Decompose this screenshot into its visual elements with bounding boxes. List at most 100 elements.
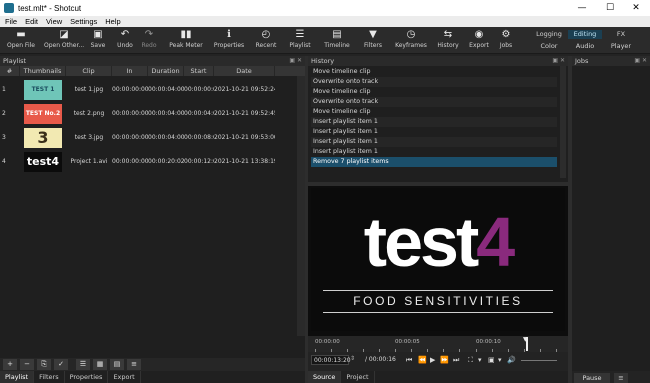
- col-date[interactable]: Date: [214, 66, 275, 76]
- playlist-row[interactable]: 4 test4 Project 1.avi 00:00:00:00 00:00:…: [0, 150, 275, 174]
- current-timecode-field[interactable]: 00:00:13:20: [311, 355, 351, 365]
- history-item[interactable]: Move timeline clip: [311, 87, 557, 97]
- history-item[interactable]: Overwrite onto track: [311, 97, 557, 107]
- menu-view[interactable]: View: [46, 17, 62, 26]
- skip-previous-icon[interactable]: ⏮: [406, 355, 412, 365]
- filters-button[interactable]: ▼ Filters: [359, 28, 387, 53]
- panel-float-close-icon[interactable]: ▣ ✕: [552, 56, 565, 66]
- icons-view-button[interactable]: ▤: [110, 359, 124, 370]
- tab-export[interactable]: Export: [108, 371, 141, 383]
- fullscreen-icon[interactable]: ⛶: [468, 355, 473, 365]
- history-item[interactable]: Move timeline clip: [311, 67, 557, 77]
- layout-editing-button[interactable]: Editing: [568, 30, 602, 39]
- history-item[interactable]: Insert playlist item 1: [311, 137, 557, 147]
- skip-next-icon[interactable]: ⏭: [453, 355, 459, 365]
- tab-source[interactable]: Source: [308, 371, 342, 383]
- playlist-panel-title: Playlist ▣ ✕: [0, 56, 305, 66]
- panel-float-close-icon[interactable]: ▣ ✕: [289, 56, 302, 66]
- jobs-icon: ⚙: [501, 29, 511, 40]
- video-viewer: test4 FOOD SENSITIVITIES: [308, 186, 568, 336]
- video-frame: test4 FOOD SENSITIVITIES: [311, 188, 565, 331]
- playlist-row[interactable]: 2 TEST No.2 test 2.png 00:00:00:00 00:00…: [0, 102, 275, 126]
- details-view-button[interactable]: ☰: [76, 359, 90, 370]
- col-num[interactable]: #: [0, 66, 20, 76]
- pause-jobs-button[interactable]: Pause: [574, 373, 610, 383]
- jobs-button[interactable]: ⚙ Jobs: [496, 28, 516, 53]
- jobs-menu-button[interactable]: ≡: [614, 373, 628, 383]
- layout-fx-button[interactable]: FX: [606, 30, 636, 39]
- tiles-view-button[interactable]: ▦: [93, 359, 107, 370]
- keyframes-button[interactable]: ◷ Keyframes: [393, 28, 429, 53]
- video-subtitle-text: FOOD SENSITIVITIES: [353, 294, 523, 308]
- history-item[interactable]: Overwrite onto track: [311, 77, 557, 87]
- zoom-dropdown-icon[interactable]: ▾: [478, 355, 482, 365]
- timeline-button[interactable]: ▤ Timeline: [321, 28, 353, 53]
- rewind-icon[interactable]: ⏪: [418, 355, 427, 365]
- shotcut-logo-icon: [4, 3, 14, 13]
- info-icon: ℹ: [227, 29, 231, 40]
- grid-icon[interactable]: ▣: [488, 355, 495, 365]
- save-button[interactable]: ▣ Save: [88, 28, 108, 53]
- properties-button[interactable]: ℹ Properties: [211, 28, 247, 53]
- recent-button[interactable]: ◴ Recent: [253, 28, 279, 53]
- timecode-ruler[interactable]: 00:00:00 00:00:05 00:00:10 ▼: [308, 336, 568, 352]
- col-start[interactable]: Start: [184, 66, 214, 76]
- layout-audio-button[interactable]: Audio: [568, 42, 602, 51]
- playhead-marker-icon: ▼: [523, 336, 528, 343]
- history-panel-title: History ▣ ✕: [308, 56, 568, 66]
- open-other-button[interactable]: ◪ Open Other...: [44, 28, 84, 53]
- undo-button[interactable]: ↶ Undo: [115, 28, 135, 53]
- clip-thumbnail: TEST No.2: [24, 104, 62, 124]
- check-button[interactable]: ✓: [54, 359, 68, 370]
- add-clip-button[interactable]: +: [3, 359, 17, 370]
- playlist-scrollbar[interactable]: [297, 76, 305, 336]
- update-clip-button[interactable]: ⎘: [37, 359, 51, 370]
- grid-dropdown-icon[interactable]: ▾: [498, 355, 502, 365]
- menu-help[interactable]: Help: [105, 17, 120, 26]
- playlist-row[interactable]: 3 3 test 3.jpg 00:00:00:00 00:00:04:00 0…: [0, 126, 275, 150]
- timecode-spinner-icon[interactable]: ⇕: [350, 355, 355, 362]
- history-item-selected[interactable]: Remove 7 playlist items: [311, 157, 557, 167]
- playlist-menu-button[interactable]: ≡: [127, 359, 141, 370]
- dock-splitter[interactable]: [305, 56, 308, 383]
- export-button[interactable]: ◉ Export: [467, 28, 491, 53]
- peak-meter-button[interactable]: ▮▮ Peak Meter: [167, 28, 205, 53]
- left-dock-tabs: Playlist Filters Properties Export: [0, 371, 305, 383]
- fast-forward-icon[interactable]: ⏩: [440, 355, 449, 365]
- playlist-button[interactable]: ☰ Playlist: [285, 28, 315, 53]
- maximize-button[interactable]: ☐: [596, 0, 624, 16]
- history-item[interactable]: Insert playlist item 1: [311, 147, 557, 157]
- layout-logging-button[interactable]: Logging: [532, 30, 566, 39]
- tab-filters[interactable]: Filters: [34, 371, 65, 383]
- menu-file[interactable]: File: [5, 17, 17, 26]
- panel-float-close-icon[interactable]: ▣ ✕: [634, 56, 647, 66]
- window-title: test.mlt* - Shotcut: [18, 3, 82, 13]
- history-item[interactable]: Insert playlist item 1: [311, 127, 557, 137]
- layout-player-button[interactable]: Player: [606, 42, 636, 51]
- close-button[interactable]: ✕: [622, 0, 650, 16]
- play-icon[interactable]: ▶: [430, 355, 435, 365]
- layout-color-button[interactable]: Color: [532, 42, 566, 51]
- history-button[interactable]: ⇆ History: [434, 28, 462, 53]
- history-item[interactable]: Insert playlist item 1: [311, 117, 557, 127]
- redo-button[interactable]: ↷ Redo: [139, 28, 159, 53]
- col-duration[interactable]: Duration: [148, 66, 184, 76]
- tab-properties[interactable]: Properties: [65, 371, 109, 383]
- open-file-button[interactable]: ▬ Open File: [4, 28, 38, 53]
- menu-edit[interactable]: Edit: [25, 17, 38, 26]
- remove-clip-button[interactable]: −: [20, 359, 34, 370]
- dock-splitter[interactable]: [568, 56, 572, 383]
- minimize-button[interactable]: —: [568, 0, 596, 16]
- tab-playlist[interactable]: Playlist: [0, 371, 35, 383]
- col-thumbnails[interactable]: Thumbnails: [20, 66, 66, 76]
- history-scrollbar[interactable]: [560, 66, 566, 178]
- col-in[interactable]: In: [112, 66, 148, 76]
- volume-icon[interactable]: 🔊: [507, 355, 516, 365]
- tab-project[interactable]: Project: [341, 371, 375, 383]
- history-icon: ⇆: [443, 29, 453, 40]
- menu-settings[interactable]: Settings: [70, 17, 97, 26]
- col-clip[interactable]: Clip: [66, 66, 112, 76]
- volume-slider[interactable]: [521, 360, 557, 361]
- history-item[interactable]: Move timeline clip: [311, 107, 557, 117]
- playlist-row[interactable]: 1 TEST 1 test 1.jpg 00:00:00:00 00:00:04…: [0, 78, 275, 102]
